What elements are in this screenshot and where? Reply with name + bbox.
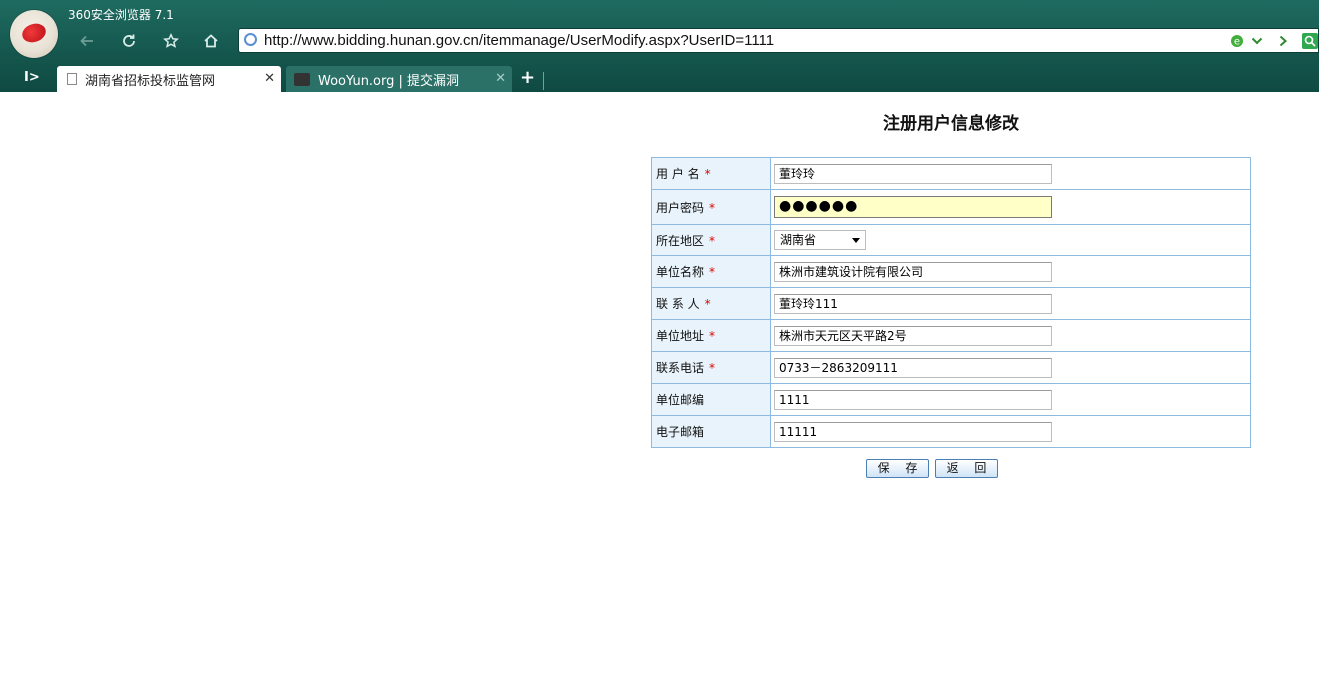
form-row-email: 电子邮箱 11111 [651, 415, 1251, 448]
field-label: 单位名称 * [651, 255, 771, 288]
field-label: 单位邮编 [651, 383, 771, 416]
back-button[interactable] [74, 28, 100, 54]
field-label: 单位地址 * [651, 319, 771, 352]
field-label: 电子邮箱 [651, 415, 771, 448]
tab-hunan-bidding[interactable]: 湖南省招标投标监管网 ✕ [57, 66, 281, 92]
required-mark: * [709, 361, 716, 375]
contact-person-input[interactable]: 董玲玲111 [774, 293, 1052, 314]
wooyun-favicon-icon [294, 72, 310, 86]
tab-divider [543, 72, 544, 90]
close-icon[interactable]: ✕ [264, 71, 275, 86]
form-row-phone: 联系电话 * 0733－2863209111 [651, 351, 1251, 384]
home-icon [204, 34, 218, 48]
url-text[interactable]: http://www.bidding.hunan.gov.cn/itemmana… [264, 32, 774, 49]
svg-text:e: e [1234, 37, 1240, 48]
home-button[interactable] [198, 28, 224, 54]
search-icon[interactable] [1301, 31, 1319, 51]
compat-mode-icon[interactable]: e [1229, 31, 1245, 51]
user-info-form: 用 户 名 * 董玲玲 用户密码 * ●●●●●● 所在地区 * 湖南省 单位名称 * … [651, 157, 1251, 448]
form-row-company-name: 单位名称 * 株洲市建筑设计院有限公司 [651, 255, 1251, 288]
app-title: 360安全浏览器 7.1 [68, 8, 174, 22]
email-input[interactable]: 11111 [774, 421, 1052, 442]
browser-chrome: 360安全浏览器 7.1 http://www.bidding.hunan.go… [0, 0, 1319, 92]
company-name-input[interactable]: 株洲市建筑设计院有限公司 [774, 261, 1052, 282]
company-address-input[interactable]: 株洲市天元区天平路2号 [774, 325, 1052, 346]
page-icon [67, 73, 77, 85]
tab-label: 湖南省招标投标监管网 [85, 73, 216, 89]
form-row-contact: 联 系 人 * 董玲玲111 [651, 287, 1251, 320]
form-row-region: 所在地区 * 湖南省 [651, 224, 1251, 256]
tab-wooyun[interactable]: WooYun.org | 提交漏洞 ✕ [286, 66, 512, 92]
required-mark: * [704, 297, 711, 311]
form-row-address: 单位地址 * 株洲市天元区天平路2号 [651, 319, 1251, 352]
field-label: 联 系 人 * [651, 287, 771, 320]
close-icon[interactable]: ✕ [495, 71, 506, 86]
required-mark: * [709, 265, 716, 279]
field-label: 用户密码 * [651, 189, 771, 225]
password-input[interactable]: ●●●●●● [774, 196, 1052, 218]
postcode-input[interactable]: 1111 [774, 389, 1052, 410]
required-mark: * [709, 200, 716, 215]
back-arrow-icon [80, 35, 93, 47]
favorite-button[interactable] [158, 28, 184, 54]
form-row-password: 用户密码 * ●●●●●● [651, 189, 1251, 225]
field-label: 联系电话 * [651, 351, 771, 384]
go-arrow-icon [1279, 35, 1287, 47]
chevron-down-icon [852, 238, 860, 243]
refresh-icon [123, 34, 135, 47]
star-icon [163, 33, 179, 48]
go-button[interactable] [1275, 31, 1291, 51]
page-title: 注册用户信息修改 [883, 114, 1019, 134]
required-mark: * [709, 233, 716, 248]
region-select[interactable]: 湖南省 [774, 230, 866, 250]
form-row-username: 用 户 名 * 董玲玲 [651, 157, 1251, 190]
save-button[interactable]: 保 存 [866, 459, 929, 478]
username-input[interactable]: 董玲玲 [774, 163, 1052, 184]
form-row-postcode: 单位邮编 1111 [651, 383, 1251, 416]
new-tab-button[interactable]: + [520, 67, 535, 88]
sidebar-toggle-icon[interactable]: I> [24, 70, 40, 85]
phone-input[interactable]: 0733－2863209111 [774, 357, 1052, 378]
address-bar[interactable]: http://www.bidding.hunan.gov.cn/itemmana… [238, 28, 1319, 53]
site-security-icon[interactable] [244, 33, 257, 46]
required-mark: * [704, 167, 711, 181]
browser-logo-icon[interactable] [10, 10, 58, 58]
refresh-button[interactable] [116, 28, 142, 54]
tab-label: WooYun.org | 提交漏洞 [318, 73, 460, 89]
field-label: 所在地区 * [651, 224, 771, 256]
tab-bar: I> 湖南省招标投标监管网 ✕ WooYun.org | 提交漏洞 ✕ + [0, 66, 1319, 92]
dropdown-chevron-icon[interactable] [1249, 31, 1265, 51]
back-button-form[interactable]: 返 回 [935, 459, 998, 478]
required-mark: * [709, 329, 716, 343]
field-label: 用 户 名 * [651, 157, 771, 190]
